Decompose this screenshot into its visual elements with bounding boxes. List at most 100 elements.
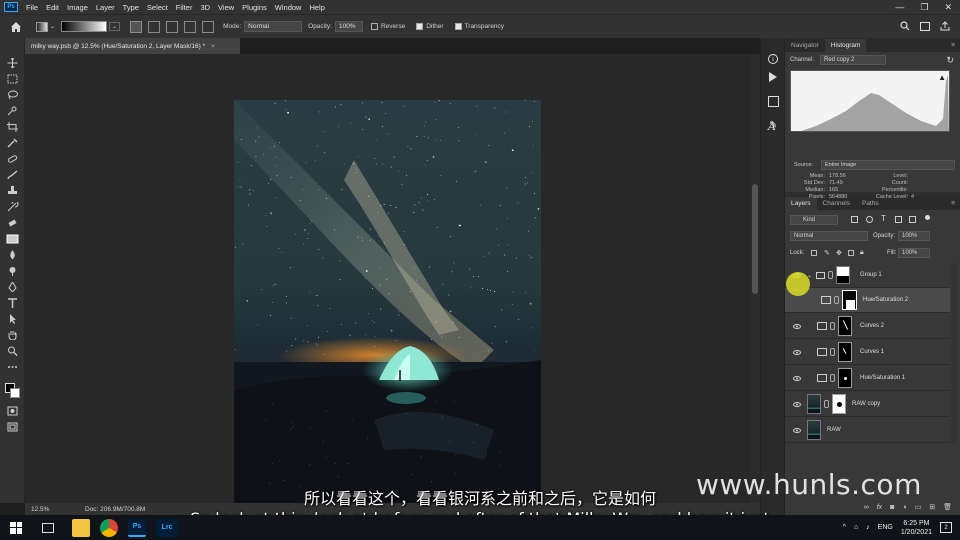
clipping-warning-icon[interactable]: ▲ bbox=[938, 73, 946, 82]
angle-gradient-button[interactable] bbox=[166, 20, 179, 33]
channel-select[interactable]: Red copy 2 bbox=[820, 55, 886, 65]
mask-link-icon[interactable] bbox=[830, 348, 835, 356]
eraser-tool-icon[interactable] bbox=[6, 218, 19, 228]
visibility-eye-icon[interactable] bbox=[793, 349, 801, 355]
layer-opacity-input[interactable]: 100% bbox=[898, 231, 930, 241]
tab-histogram[interactable]: Histogram bbox=[824, 39, 867, 52]
search-icon[interactable] bbox=[900, 20, 910, 33]
menu-view[interactable]: View bbox=[214, 3, 238, 12]
layer-row-raw[interactable]: RAW bbox=[785, 418, 950, 443]
clone-stamp-tool-icon[interactable] bbox=[6, 186, 19, 196]
menu-plugins[interactable]: Plugins bbox=[238, 3, 271, 12]
gradient-tool-icon[interactable] bbox=[36, 21, 48, 32]
screen-mode-icon[interactable] bbox=[6, 422, 19, 432]
tab-navigator[interactable]: Navigator bbox=[785, 39, 825, 52]
info-icon[interactable]: i bbox=[768, 54, 778, 64]
lock-all-icon[interactable]: 🔒︎ bbox=[860, 249, 864, 257]
gradient-preview[interactable] bbox=[61, 21, 108, 32]
layer-row-raw-copy[interactable]: RAW copy bbox=[785, 392, 950, 417]
radial-gradient-button[interactable] bbox=[148, 20, 161, 33]
menu-type[interactable]: Type bbox=[119, 3, 143, 12]
eyedropper-tool-icon[interactable] bbox=[6, 138, 19, 148]
photoshop-taskbar-icon[interactable]: Ps bbox=[128, 518, 146, 537]
filter-shape-icon[interactable] bbox=[895, 216, 902, 223]
reflected-gradient-button[interactable] bbox=[184, 20, 197, 33]
gradient-dropdown-icon[interactable]: ⌄ bbox=[109, 22, 121, 31]
layer-filter-select[interactable]: Kind bbox=[790, 215, 838, 225]
mask-link-icon[interactable] bbox=[830, 322, 835, 330]
menu-image[interactable]: Image bbox=[63, 3, 92, 12]
filter-pixel-icon[interactable] bbox=[851, 216, 858, 223]
menu-help[interactable]: Help bbox=[305, 3, 328, 12]
layer-row-hue-saturation-1[interactable]: Hue/Saturation 1 bbox=[785, 366, 950, 391]
lock-transparent-icon[interactable] bbox=[811, 250, 817, 256]
clock-time[interactable]: 6:25 PM bbox=[903, 519, 929, 528]
windows-start-icon[interactable] bbox=[10, 521, 22, 534]
transparency-checkbox[interactable] bbox=[454, 23, 462, 30]
menu-file[interactable]: File bbox=[22, 3, 42, 12]
crop-tool-icon[interactable] bbox=[6, 122, 19, 132]
close-window-icon[interactable]: ✕ bbox=[944, 2, 952, 13]
hand-tool-icon[interactable] bbox=[6, 330, 19, 341]
menu-edit[interactable]: Edit bbox=[42, 3, 63, 12]
close-document-icon[interactable]: × bbox=[211, 43, 215, 50]
healing-brush-tool-icon[interactable] bbox=[6, 154, 19, 164]
filter-type-icon[interactable]: T bbox=[881, 214, 886, 223]
visibility-eye-icon[interactable] bbox=[793, 427, 801, 433]
adjustments-icon[interactable] bbox=[768, 96, 779, 107]
menu-filter[interactable]: Filter bbox=[172, 3, 197, 12]
notifications-icon[interactable]: 2 bbox=[940, 522, 952, 533]
quick-select-tool-icon[interactable] bbox=[6, 106, 19, 116]
source-select[interactable]: Entire Image bbox=[821, 160, 955, 170]
filter-adjustment-icon[interactable] bbox=[866, 216, 873, 223]
visibility-eye-icon[interactable] bbox=[793, 375, 801, 381]
volume-icon[interactable]: ♪ bbox=[866, 524, 870, 531]
file-explorer-icon[interactable] bbox=[72, 518, 90, 537]
brush-tool-icon[interactable] bbox=[6, 170, 19, 180]
fill-input[interactable]: 100% bbox=[898, 248, 930, 258]
panel-menu-icon[interactable]: ≡ bbox=[946, 39, 960, 52]
milky-way-photo[interactable] bbox=[234, 100, 541, 503]
opacity-input[interactable]: 100% bbox=[334, 21, 363, 32]
clock-date[interactable]: 1/20/2021 bbox=[901, 528, 932, 537]
language-indicator[interactable]: ENG bbox=[878, 524, 893, 531]
lock-image-icon[interactable]: ✎ bbox=[824, 249, 830, 257]
menu-select[interactable]: Select bbox=[143, 3, 172, 12]
maximize-icon[interactable]: ❐ bbox=[920, 2, 928, 13]
filter-smart-object-icon[interactable] bbox=[909, 216, 916, 223]
task-view-icon[interactable] bbox=[42, 522, 54, 533]
lock-artboard-icon[interactable] bbox=[848, 250, 854, 256]
menu-window[interactable]: Window bbox=[271, 3, 306, 12]
layer-row-curves-2[interactable]: Curves 2 bbox=[785, 314, 950, 339]
move-tool-icon[interactable] bbox=[6, 57, 19, 69]
lightroom-taskbar-icon[interactable]: Lrc bbox=[156, 518, 178, 537]
mode-select[interactable]: Normal bbox=[244, 21, 303, 32]
visibility-eye-icon[interactable] bbox=[793, 401, 801, 407]
background-color-swatch[interactable] bbox=[10, 388, 20, 398]
network-icon[interactable]: ⌂ bbox=[854, 524, 858, 531]
blend-mode-select[interactable]: Normal bbox=[790, 231, 868, 241]
chevron-down-icon[interactable]: ⌄ bbox=[50, 23, 55, 30]
filter-toggle-icon[interactable] bbox=[925, 215, 930, 220]
visibility-eye-icon[interactable] bbox=[793, 323, 801, 329]
dither-checkbox[interactable] bbox=[416, 23, 424, 30]
lasso-tool-icon[interactable] bbox=[6, 90, 19, 100]
zoom-tool-icon[interactable] bbox=[6, 346, 19, 356]
menu-3d[interactable]: 3D bbox=[196, 3, 214, 12]
path-selection-tool-icon[interactable] bbox=[6, 314, 19, 324]
document-tab[interactable]: milky way.psb @ 12.5% (Hue/Saturation 2,… bbox=[25, 38, 240, 54]
canvas-area[interactable] bbox=[25, 54, 750, 503]
reverse-checkbox[interactable] bbox=[370, 23, 378, 30]
chevron-up-icon[interactable]: ^ bbox=[843, 524, 846, 531]
gradient-tool-icon-side[interactable] bbox=[6, 234, 19, 244]
mask-link-icon[interactable] bbox=[834, 296, 839, 304]
mask-link-icon[interactable] bbox=[830, 374, 835, 382]
canvas-vertical-scrollbar[interactable] bbox=[750, 54, 760, 503]
scrollbar-thumb[interactable] bbox=[752, 184, 758, 294]
menu-layer[interactable]: Layer bbox=[92, 3, 119, 12]
more-tools-icon[interactable] bbox=[6, 362, 19, 372]
workspace-icon[interactable] bbox=[920, 22, 930, 31]
history-brush-tool-icon[interactable] bbox=[6, 200, 19, 212]
quick-mask-icon[interactable] bbox=[6, 406, 19, 416]
layers-scrollbar[interactable] bbox=[951, 263, 957, 443]
